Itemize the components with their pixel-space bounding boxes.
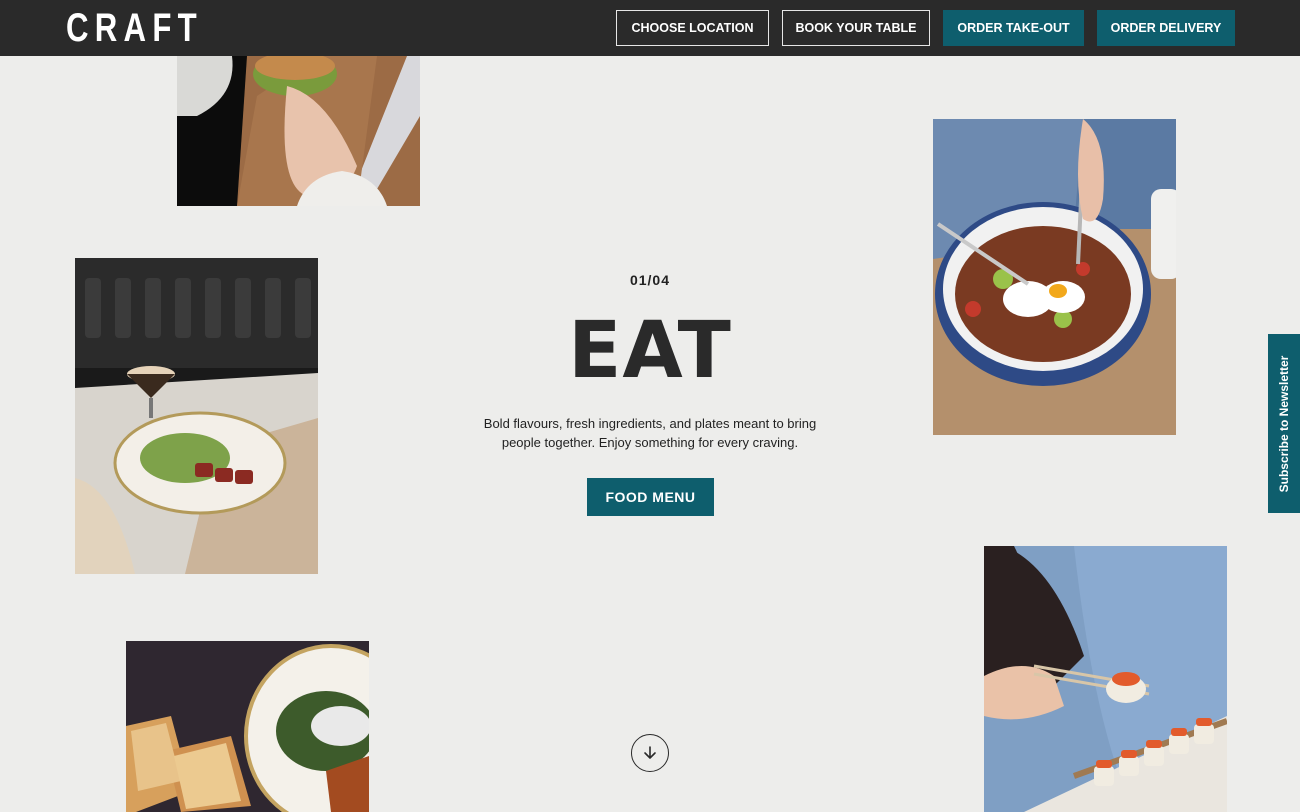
order-delivery-button[interactable]: ORDER DELIVERY <box>1097 10 1235 46</box>
order-takeout-button[interactable]: ORDER TAKE-OUT <box>943 10 1084 46</box>
steak-salad-photo <box>75 258 318 574</box>
hero-headline: EAT <box>568 306 732 396</box>
site-header: CRAFT CHOOSE LOCATION BOOK YOUR TABLE OR… <box>0 0 1300 56</box>
food-menu-button[interactable]: FOOD MENU <box>587 478 714 516</box>
sushi-photo <box>984 546 1227 812</box>
burger-photo <box>177 56 420 206</box>
arrow-down-icon <box>644 746 656 759</box>
newsletter-label: Subscribe to Newsletter <box>1277 355 1291 492</box>
newsletter-tab[interactable]: Subscribe to Newsletter <box>1268 334 1300 513</box>
slide-counter: 01/04 <box>629 272 671 288</box>
hero-description: Bold flavours, fresh ingredients, and pl… <box>483 416 817 450</box>
scroll-down-button[interactable] <box>631 734 669 772</box>
garlic-bread-photo <box>126 641 369 812</box>
book-table-button[interactable]: BOOK YOUR TABLE <box>782 10 930 46</box>
choose-location-button[interactable]: CHOOSE LOCATION <box>616 10 769 46</box>
craft-logo[interactable]: CRAFT <box>66 6 203 50</box>
salad-bowl-photo <box>933 119 1176 435</box>
